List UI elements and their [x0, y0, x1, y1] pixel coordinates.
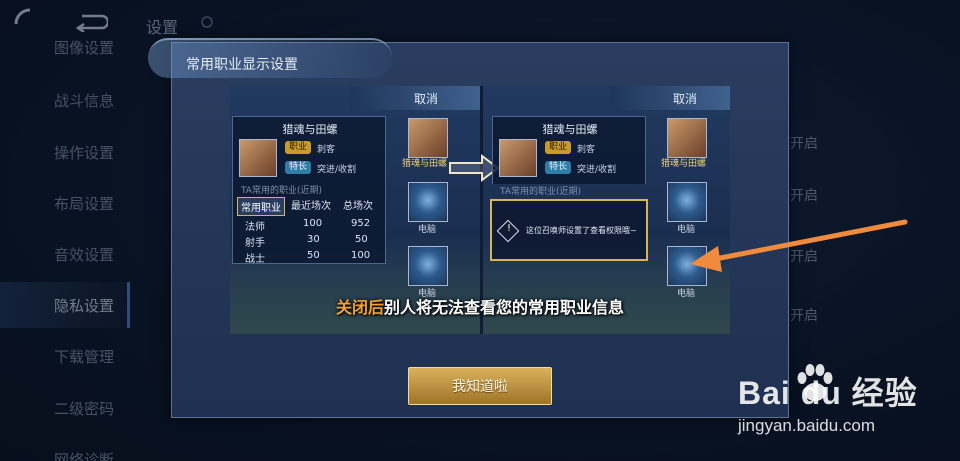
preview-cancel-right: 取消 [673, 92, 698, 106]
hero-slot-avatar [667, 118, 707, 158]
role-value: 刺客 [577, 145, 596, 155]
table-cell: 100 [303, 218, 323, 229]
preview-cancel-left: 取消 [414, 92, 439, 106]
role-tag: 职业 [285, 141, 312, 154]
tab-total: 总场次 [343, 201, 373, 212]
spec-tag: 特长 [545, 161, 572, 174]
hero-slot-empty [408, 246, 448, 286]
spec-tag: 特长 [285, 161, 312, 174]
privacy-tip-text: 这位召唤师设置了查看权限哦~ [526, 226, 637, 235]
caption-text: 别人将无法查看您的常用职业信息 [384, 298, 625, 317]
preview-profile-card: 猎魂与田螺 职业 刺客 特长 突进/收割 TA常用的职业(近期) 常用职业 最近… [232, 116, 386, 265]
hero-avatar [499, 139, 537, 177]
recent-roles-label: TA常用的职业(近期) [241, 186, 322, 196]
watermark-logo: Bai du 经验 [738, 375, 918, 411]
hero-slot-empty [408, 182, 448, 222]
role-value: 刺客 [317, 145, 336, 155]
table-cell: 射手 [245, 238, 265, 249]
table-cell: 战士 [245, 254, 265, 265]
confirm-button[interactable]: 我知道啦 [408, 367, 552, 405]
confirm-button-label: 我知道啦 [452, 379, 508, 395]
table-cell: 30 [307, 234, 320, 245]
dialog-title: 常用职业显示设置 [186, 57, 298, 73]
slot-hero-name: 猎魂与田螺 [402, 159, 448, 169]
recent-roles-label: TA常用的职业(近期) [500, 187, 581, 197]
hero-slot-avatar [408, 118, 448, 158]
spec-value: 突进/收割 [577, 165, 617, 175]
slot-hero-name: 猎魂与田螺 [661, 159, 707, 169]
warning-icon: ! [496, 219, 520, 243]
table-cell: 952 [351, 218, 371, 229]
table-cell: 50 [355, 234, 368, 245]
privacy-tip-box: ! 这位召唤师设置了查看权限哦~ [490, 199, 648, 261]
role-tag: 职业 [545, 141, 572, 154]
pointer-arrow-icon [690, 219, 908, 272]
card-hero-name: 猎魂与田螺 [282, 123, 338, 136]
spec-value: 突进/收割 [317, 165, 357, 175]
hero-avatar [239, 139, 277, 177]
hero-slot-empty [667, 182, 707, 222]
preview-profile-card-hidden: 猎魂与田螺 职业 刺客 特长 突进/收割 [492, 116, 646, 184]
table-cell: 100 [351, 250, 371, 261]
slot-label: 电脑 [418, 225, 437, 235]
tab-recent: 最近场次 [291, 201, 331, 212]
preview-topbar-right [610, 86, 730, 110]
preview-caption: 关闭后别人将无法查看您的常用职业信息 [230, 294, 730, 318]
watermark-url: jingyan.baidu.com [738, 416, 876, 435]
table-cell: 50 [307, 250, 320, 261]
preview-image: 取消 取消 猎魂与田螺 职业 刺客 特长 突进/收割 TA常用的职业(近期) 常… [230, 86, 730, 334]
table-cell: 法师 [245, 222, 265, 233]
card-hero-name: 猎魂与田螺 [542, 123, 598, 136]
tab-common-role: 常用职业 [237, 197, 285, 216]
caption-highlight: 关闭后 [335, 298, 384, 317]
